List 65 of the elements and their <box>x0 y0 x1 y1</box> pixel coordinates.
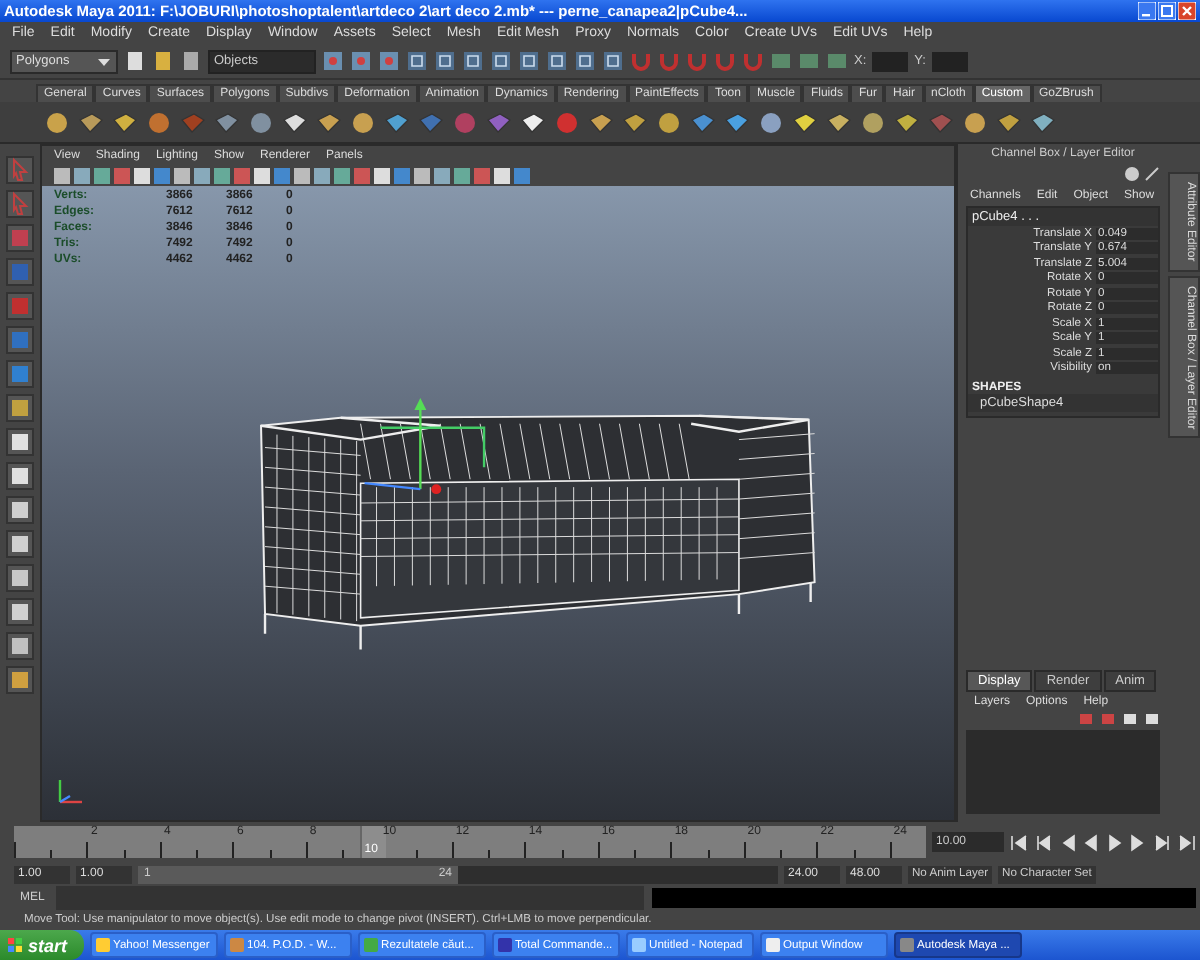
playback-button-icon[interactable] <box>1178 833 1196 851</box>
maximize-icon[interactable] <box>1158 2 1176 20</box>
tool-icon[interactable] <box>6 428 34 456</box>
app-icon <box>765 938 780 952</box>
shelf-tool-icon[interactable] <box>792 109 818 135</box>
component-mask-icon[interactable] <box>546 50 568 72</box>
shelf-tool-icon[interactable] <box>112 109 138 135</box>
playback-button-icon[interactable] <box>1034 833 1052 851</box>
shelf-tool-icon[interactable] <box>622 109 648 135</box>
close-icon[interactable] <box>1178 2 1196 20</box>
caret-icon <box>96 53 112 69</box>
shelf-tool-icon[interactable] <box>520 109 546 135</box>
coordinate-field[interactable] <box>872 51 909 71</box>
shelf-tool-icon[interactable] <box>78 109 104 135</box>
minimize-icon[interactable] <box>1138 2 1156 20</box>
shelf-tool-icon[interactable] <box>1030 109 1056 135</box>
shelf-tool-icon[interactable] <box>996 109 1022 135</box>
shelf-tool-icon[interactable] <box>350 109 376 135</box>
app-icon <box>95 938 110 952</box>
tool-icon[interactable] <box>6 666 34 694</box>
app-icon <box>631 938 646 952</box>
selection-mask-icon[interactable] <box>378 50 400 72</box>
axis-indicator-icon <box>54 776 86 808</box>
app-icon <box>899 938 914 952</box>
file-icon[interactable] <box>152 50 174 72</box>
shelf-tool-icon[interactable] <box>316 109 342 135</box>
coordinate-field[interactable] <box>931 51 968 71</box>
tool-icon[interactable] <box>6 462 34 490</box>
shelf-tool-icon[interactable] <box>44 109 70 135</box>
component-mask-icon[interactable] <box>406 50 428 72</box>
component-mask-icon[interactable] <box>462 50 484 72</box>
shelf-tool-icon[interactable] <box>724 109 750 135</box>
playback-button-icon[interactable] <box>1154 833 1172 851</box>
component-mask-icon[interactable] <box>490 50 512 72</box>
shelf-tool-icon[interactable] <box>282 109 308 135</box>
tool-icon[interactable] <box>6 598 34 626</box>
tool-icon[interactable] <box>6 632 34 660</box>
component-mask-icon[interactable] <box>434 50 456 72</box>
sofa-wireframe-drawing[interactable] <box>259 398 816 651</box>
shelf-tool-icon[interactable] <box>962 109 988 135</box>
windows-flag-icon <box>8 938 22 952</box>
selection-mask-icon[interactable] <box>350 50 372 72</box>
tool-icon[interactable] <box>6 564 34 592</box>
arrow-cursor-icon[interactable] <box>6 156 34 184</box>
app-icon <box>229 938 244 952</box>
tool-icon[interactable] <box>6 394 34 422</box>
tool-icon[interactable] <box>6 496 34 524</box>
component-mask-icon[interactable] <box>518 50 540 72</box>
selection-mask-icon[interactable] <box>322 50 344 72</box>
shelf-tool-icon[interactable] <box>826 109 852 135</box>
tool-icon[interactable] <box>6 530 34 558</box>
shelf-tool-icon[interactable] <box>894 109 920 135</box>
playback-button-icon[interactable] <box>1010 833 1028 851</box>
shelf-tool-icon[interactable] <box>384 109 410 135</box>
arrow-cursor-icon[interactable] <box>6 190 34 218</box>
file-icon[interactable] <box>124 50 146 72</box>
command-input-field[interactable] <box>56 886 644 910</box>
component-mask-icon[interactable] <box>574 50 596 72</box>
component-mask-icon[interactable] <box>602 50 624 72</box>
pen-icon[interactable] <box>1144 166 1160 182</box>
app-icon <box>497 938 512 952</box>
app-icon <box>363 938 378 952</box>
shelf-tool-icon[interactable] <box>588 109 614 135</box>
start-button[interactable]: start <box>0 930 84 960</box>
file-icon[interactable] <box>180 50 202 72</box>
